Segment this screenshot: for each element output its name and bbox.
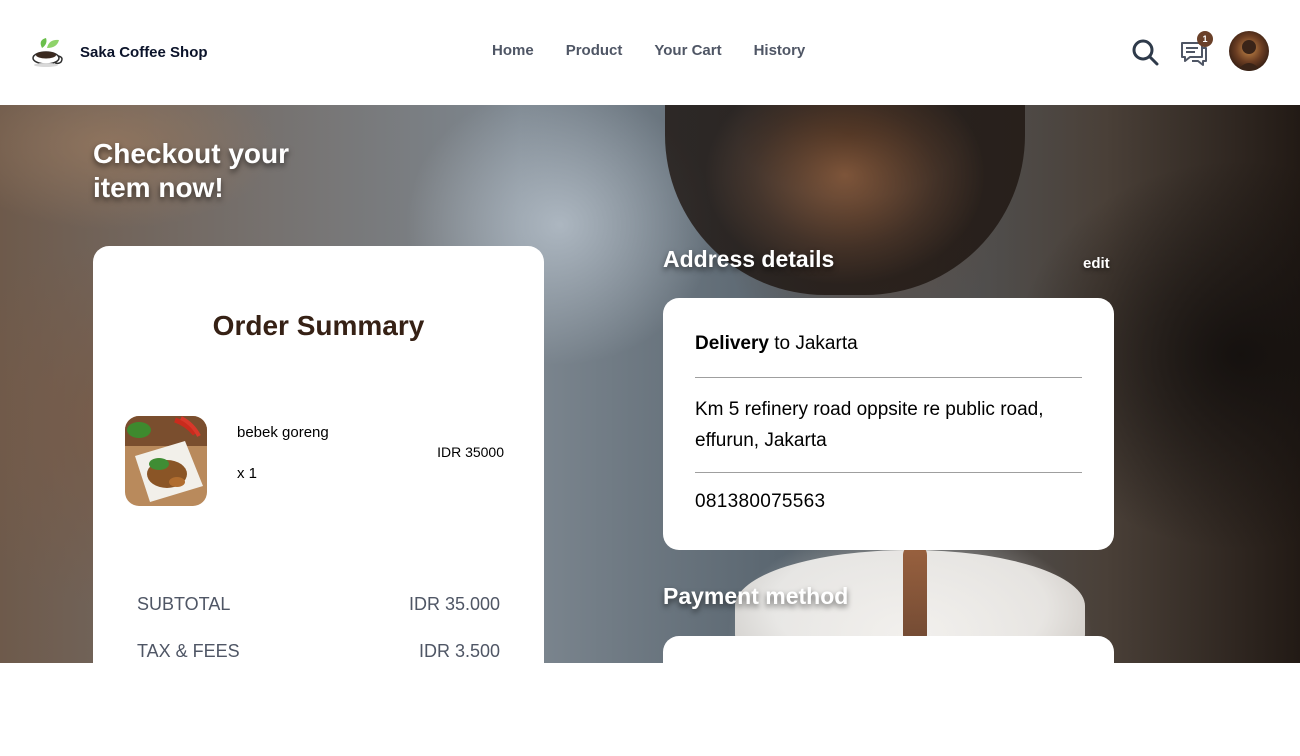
subtotal-value: IDR 35.000 bbox=[408, 594, 500, 614]
order-summary-card: Order Summary bebek goreng x 1 IDR 35000… bbox=[93, 246, 544, 706]
item-name: bebek goreng bbox=[237, 424, 329, 441]
tax-fees-value: IDR 3.500 bbox=[418, 641, 500, 661]
coffee-stream-image bbox=[903, 545, 927, 645]
subtotal-row: SUBTOTAL IDR 35.000 bbox=[137, 594, 500, 615]
delivery-label: Delivery bbox=[695, 333, 769, 354]
street-address: Km 5 refinery road oppsite re public roa… bbox=[695, 399, 1044, 451]
subtotal-label: SUBTOTAL bbox=[137, 594, 231, 614]
nav-product[interactable]: Product bbox=[566, 42, 623, 59]
phone-number: 081380075563 bbox=[695, 491, 826, 512]
divider bbox=[695, 377, 1082, 378]
divider bbox=[695, 472, 1082, 473]
edit-address-link[interactable]: edit bbox=[1083, 255, 1110, 272]
delivery-destination: to Jakarta bbox=[768, 333, 858, 354]
address-card: Delivery to Jakarta Km 5 refinery road o… bbox=[663, 298, 1114, 550]
nav-your-cart[interactable]: Your Cart bbox=[654, 42, 721, 59]
brand-name: Saka Coffee Shop bbox=[80, 43, 208, 61]
payment-method-card bbox=[663, 636, 1114, 756]
brand[interactable]: Saka Coffee Shop bbox=[30, 36, 208, 68]
page-title: Checkout your item now! bbox=[93, 138, 290, 203]
top-navbar: Saka Coffee Shop Home Product Your Cart … bbox=[0, 0, 1300, 105]
search-icon[interactable] bbox=[1131, 38, 1159, 66]
tax-fees-row: TAX & FEES IDR 3.500 bbox=[137, 641, 500, 662]
tax-fees-label: TAX & FEES bbox=[137, 641, 240, 661]
product-image bbox=[125, 416, 207, 506]
order-summary-title: Order Summary bbox=[212, 310, 425, 341]
avatar-image bbox=[1229, 31, 1269, 71]
delivery-line: Delivery to Jakarta bbox=[695, 333, 858, 355]
payment-method-heading: Payment method bbox=[663, 583, 849, 609]
address-details-heading: Address details bbox=[663, 246, 835, 272]
item-quantity: x 1 bbox=[237, 465, 258, 482]
user-avatar[interactable] bbox=[1229, 31, 1269, 71]
nav-home[interactable]: Home bbox=[492, 42, 534, 59]
nav-history[interactable]: History bbox=[754, 42, 806, 59]
chat-badge: 1 bbox=[1197, 31, 1213, 47]
main-nav: Home Product Your Cart History bbox=[492, 42, 805, 59]
item-price: IDR 35000 bbox=[437, 444, 504, 460]
coffee-cup-leaf-icon bbox=[32, 38, 63, 67]
